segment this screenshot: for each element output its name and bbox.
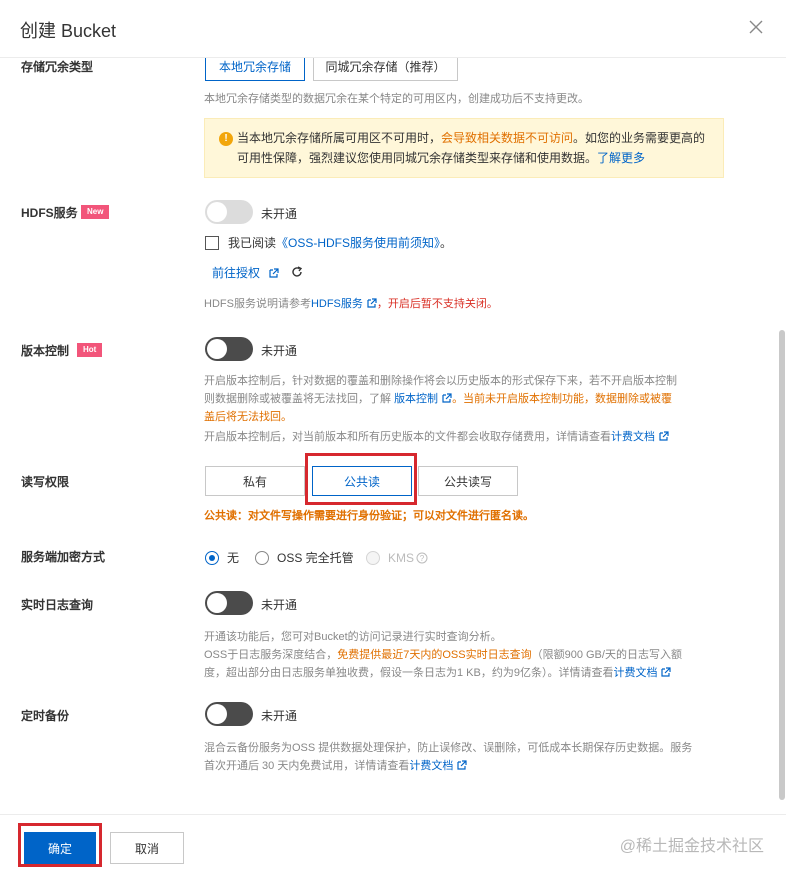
- external-link-icon: [457, 760, 467, 770]
- versioning-hint-3: 盖后将无法找回。: [204, 411, 292, 423]
- encryption-label: 服务端加密方式: [21, 550, 106, 564]
- realtime-log-label: 实时日志查询: [21, 598, 94, 612]
- scrollbar-thumb[interactable]: [779, 330, 785, 800]
- acl-option-public-read[interactable]: 公共读: [312, 466, 412, 496]
- billing-doc-link[interactable]: 计费文档: [611, 431, 655, 443]
- dialog-header: 创建 Bucket: [0, 0, 786, 58]
- hdfs-notice-link[interactable]: 《OSS-HDFS服务使用前须知》: [276, 236, 440, 250]
- hdfs-service-link[interactable]: HDFS服务: [311, 298, 363, 310]
- external-link-icon: [269, 268, 279, 278]
- backup-label: 定时备份: [21, 709, 70, 723]
- acl-warning: 公共读：对文件写操作需要进行身份验证；可以对文件进行匿名读。: [204, 510, 534, 522]
- cancel-button[interactable]: 取消: [110, 832, 184, 864]
- backup-hint-2: 首次开通后 30 天内免费试用，详情请查看计费文档: [204, 757, 467, 775]
- redundancy-alert: ! 当本地冗余存储所属可用区不可用时，会导致相关数据不可访问。如您的业务需要更高…: [204, 118, 724, 178]
- versioning-label: 版本控制: [21, 344, 70, 358]
- encryption-option-oss: OSS 完全托管: [277, 551, 354, 565]
- hot-badge: Hot: [77, 343, 103, 357]
- acl-option-private[interactable]: 私有: [205, 466, 305, 496]
- backup-toggle[interactable]: [205, 702, 253, 726]
- encryption-option-none: 无: [227, 551, 240, 565]
- hdfs-toggle-text: 未开通: [261, 207, 298, 221]
- encryption-option-kms: KMS: [388, 551, 415, 565]
- learn-more-link[interactable]: 了解更多: [597, 151, 645, 165]
- hdfs-agree-text: 我已阅读《OSS-HDFS服务使用前须知》。: [228, 236, 453, 250]
- versioning-hint-4: 开启版本控制后，对当前版本和所有历史版本的文件都会收取存储费用，详情请查看计费文…: [204, 428, 669, 446]
- redundancy-option-local[interactable]: 本地冗余存储: [205, 58, 305, 81]
- backup-hint-1: 混合云备份服务为OSS 提供数据处理保护，防止误修改、误删除，可低成本长期保存历…: [204, 742, 693, 754]
- refresh-icon[interactable]: [291, 266, 303, 278]
- hdfs-agree-checkbox[interactable]: [205, 236, 219, 250]
- go-authorize-link[interactable]: 前往授权: [212, 266, 260, 280]
- versioning-hint-2: 则数据删除或被覆盖将无法找回，了解 版本控制 。当前未开启版本控制功能，数据删除或…: [204, 393, 673, 405]
- help-icon[interactable]: ?: [416, 552, 428, 564]
- billing-doc-link[interactable]: 计费文档: [613, 667, 657, 679]
- external-link-icon: [659, 431, 669, 441]
- confirm-button[interactable]: 确定: [24, 832, 96, 864]
- watermark: @稀土掘金技术社区: [619, 838, 764, 855]
- warning-icon: !: [219, 132, 233, 146]
- svg-text:?: ?: [420, 554, 425, 563]
- realtime-log-hint-1: 开通该功能后，您可对Bucket的访问记录进行实时查询分析。: [204, 631, 502, 643]
- encryption-radio-oss[interactable]: [255, 551, 269, 565]
- alert-text: 当本地冗余存储所属可用区不可用时，会导致相关数据不可访问。如您的业务需要更高的可…: [237, 131, 706, 165]
- hdfs-toggle[interactable]: [205, 200, 253, 224]
- versioning-toggle-text: 未开通: [261, 344, 298, 358]
- backup-toggle-text: 未开通: [261, 709, 298, 723]
- versioning-hint-1: 开启版本控制后，针对数据的覆盖和删除操作将会以历史版本的形式保存下来，若不开启版…: [204, 375, 677, 387]
- close-icon[interactable]: [746, 17, 766, 37]
- realtime-log-hint-3: 度，超出部分由日志服务单独收费，假设一条日志为1 KB，约为9亿条）。详情请查看…: [204, 664, 672, 682]
- acl-option-public-read-write[interactable]: 公共读写: [418, 466, 518, 496]
- realtime-log-toggle[interactable]: [205, 591, 253, 615]
- create-bucket-dialog: 创建 Bucket 存储冗余类型 本地冗余存储 同城冗余存储（推荐） 本地冗余存…: [0, 0, 786, 874]
- encryption-radio-kms: [366, 551, 380, 565]
- encryption-radio-none[interactable]: [205, 551, 219, 565]
- hdfs-hint: HDFS服务说明请参考HDFS服务 ，开启后暂不支持关闭。: [204, 298, 498, 310]
- dialog-footer: 确定 取消 @稀土掘金技术社区: [0, 814, 786, 874]
- external-link-icon: [661, 667, 672, 677]
- redundancy-hint: 本地冗余存储类型的数据冗余在某个特定的可用区内，创建成功后不支持更改。: [204, 93, 589, 105]
- new-badge: New: [81, 205, 110, 219]
- versioning-toggle[interactable]: [205, 337, 253, 361]
- billing-doc-link[interactable]: 计费文档: [409, 760, 453, 772]
- dialog-title: 创建 Bucket: [20, 21, 117, 41]
- redundancy-option-zone[interactable]: 同城冗余存储（推荐）: [313, 58, 458, 81]
- realtime-log-toggle-text: 未开通: [261, 598, 298, 612]
- acl-label: 读写权限: [21, 475, 70, 489]
- hdfs-label: HDFS服务: [21, 206, 78, 220]
- redundancy-label: 存储冗余类型: [21, 60, 94, 74]
- dialog-body: 存储冗余类型 本地冗余存储 同城冗余存储（推荐） 本地冗余存储类型的数据冗余在某…: [0, 58, 786, 814]
- external-link-icon: [442, 393, 452, 403]
- realtime-log-hint-2: OSS于日志服务深度结合，免费提供最近7天内的OSS实时日志查询（限额900 G…: [204, 649, 682, 661]
- external-link-icon: [367, 298, 377, 308]
- versioning-link[interactable]: 版本控制: [394, 393, 438, 405]
- auth-row: 前往授权: [212, 264, 303, 282]
